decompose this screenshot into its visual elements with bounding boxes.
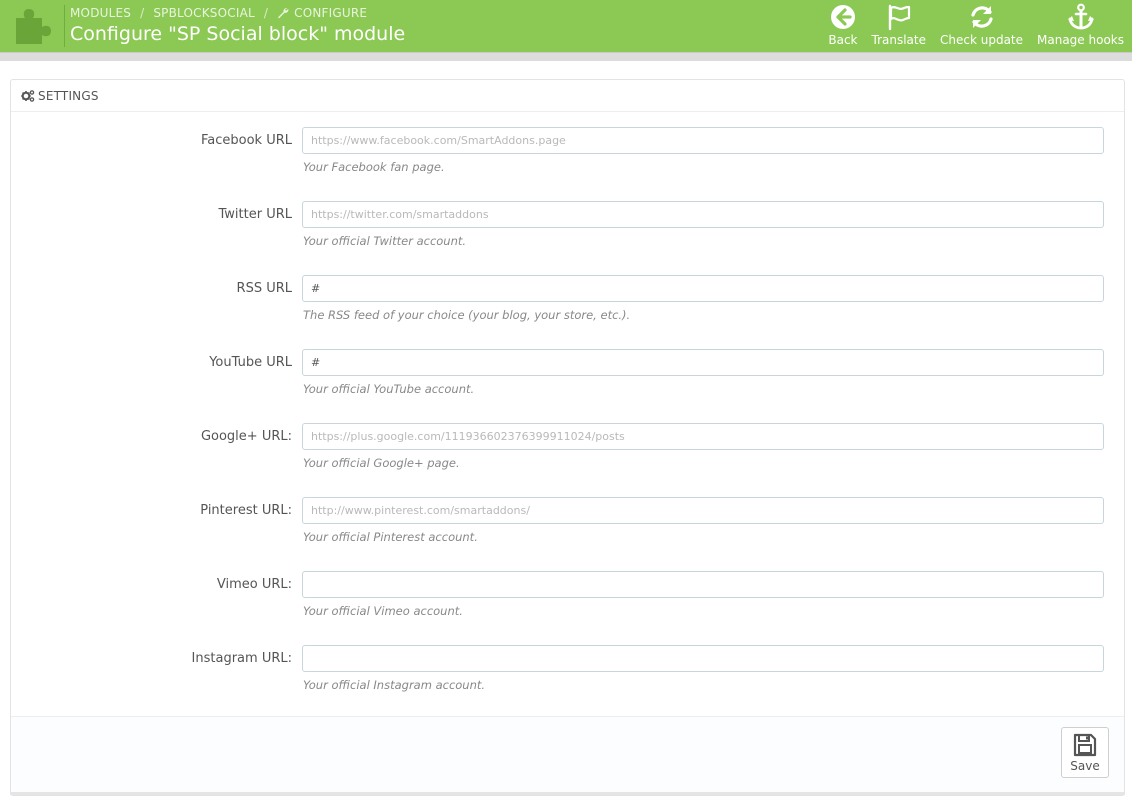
breadcrumb-spblocksocial[interactable]: SPBLOCKSOCIAL <box>153 6 255 20</box>
pinterest-url-input[interactable] <box>302 497 1104 524</box>
youtube-url-help: Your official YouTube account. <box>303 382 475 396</box>
breadcrumb: MODULES / SPBLOCKSOCIAL / CONFIGURE <box>70 5 367 21</box>
twitter-url-help: Your official Twitter account. <box>303 234 467 248</box>
save-button[interactable]: Save <box>1061 727 1109 778</box>
pinterest-url-row: Pinterest URL: Your official Pinterest a… <box>11 497 1124 557</box>
vimeo-url-row: Vimeo URL: Your official Vimeo account. <box>11 571 1124 631</box>
google-plus-url-row: Google+ URL: Your official Google+ page. <box>11 423 1124 483</box>
panel-heading: SETTINGS <box>11 80 1124 112</box>
google-plus-url-help: Your official Google+ page. <box>303 456 460 470</box>
anchor-icon <box>1067 3 1094 30</box>
wrench-icon <box>278 8 289 19</box>
breadcrumb-modules[interactable]: MODULES <box>70 6 131 20</box>
header-divider <box>64 5 65 47</box>
manage-hooks-button[interactable]: Manage hooks <box>1033 2 1128 48</box>
page-header: MODULES / SPBLOCKSOCIAL / CONFIGURE Conf… <box>0 0 1132 52</box>
page-title: Configure "SP Social block" module <box>70 23 406 45</box>
twitter-url-label: Twitter URL <box>218 207 293 222</box>
facebook-url-help: Your Facebook fan page. <box>303 160 445 174</box>
settings-panel: SETTINGS Facebook URL Your Facebook fan … <box>10 79 1125 796</box>
cogs-icon <box>21 89 35 102</box>
back-label: Back <box>828 33 858 47</box>
twitter-url-input[interactable] <box>302 201 1104 228</box>
instagram-url-label: Instagram URL: <box>191 651 292 666</box>
flag-icon <box>888 4 910 31</box>
rss-url-input[interactable] <box>302 275 1104 302</box>
translate-button[interactable]: Translate <box>868 2 931 48</box>
instagram-url-input[interactable] <box>302 645 1104 672</box>
toolbar: Back Translate Check update Manage hooks <box>818 2 1128 48</box>
panel-heading-text: SETTINGS <box>38 88 99 103</box>
facebook-url-input[interactable] <box>302 127 1104 154</box>
youtube-url-row: YouTube URL Your official YouTube accoun… <box>11 349 1124 409</box>
vimeo-url-input[interactable] <box>302 571 1104 598</box>
youtube-url-input[interactable] <box>302 349 1104 376</box>
save-label: Save <box>1070 759 1100 773</box>
facebook-url-label: Facebook URL <box>200 133 292 148</box>
instagram-url-help: Your official Instagram account. <box>303 678 486 692</box>
check-update-label: Check update <box>940 33 1024 47</box>
back-arrow-icon <box>830 5 855 29</box>
google-plus-url-label: Google+ URL: <box>200 429 292 444</box>
vimeo-url-label: Vimeo URL: <box>216 577 292 592</box>
back-button[interactable]: Back <box>824 2 861 48</box>
floppy-disk-icon <box>1073 733 1097 757</box>
vimeo-url-help: Your official Vimeo account. <box>303 604 463 618</box>
rss-url-label: RSS URL <box>236 281 292 296</box>
rss-url-row: RSS URL The RSS feed of your choice (you… <box>11 275 1124 335</box>
pinterest-url-label: Pinterest URL: <box>200 503 292 518</box>
panel-bottom-border <box>10 792 1125 795</box>
manage-hooks-label: Manage hooks <box>1037 33 1124 47</box>
rss-url-help: The RSS feed of your choice (your blog, … <box>303 308 631 322</box>
check-update-button[interactable]: Check update <box>936 2 1027 48</box>
breadcrumb-separator: / <box>263 6 269 20</box>
youtube-url-label: YouTube URL <box>209 355 292 370</box>
puzzle-piece-icon <box>16 9 51 44</box>
translate-label: Translate <box>871 33 927 47</box>
breadcrumb-configure: CONFIGURE <box>294 6 368 20</box>
breadcrumb-separator: / <box>140 6 145 20</box>
panel-footer: Save <box>11 716 1124 795</box>
header-strip <box>0 52 1132 61</box>
instagram-url-row: Instagram URL: Your official Instagram a… <box>11 645 1124 705</box>
pinterest-url-help: Your official Pinterest account. <box>303 530 478 544</box>
refresh-icon <box>970 6 993 28</box>
twitter-url-row: Twitter URL Your official Twitter accoun… <box>11 201 1124 261</box>
facebook-url-row: Facebook URL Your Facebook fan page. <box>11 127 1124 187</box>
google-plus-url-input[interactable] <box>302 423 1104 450</box>
